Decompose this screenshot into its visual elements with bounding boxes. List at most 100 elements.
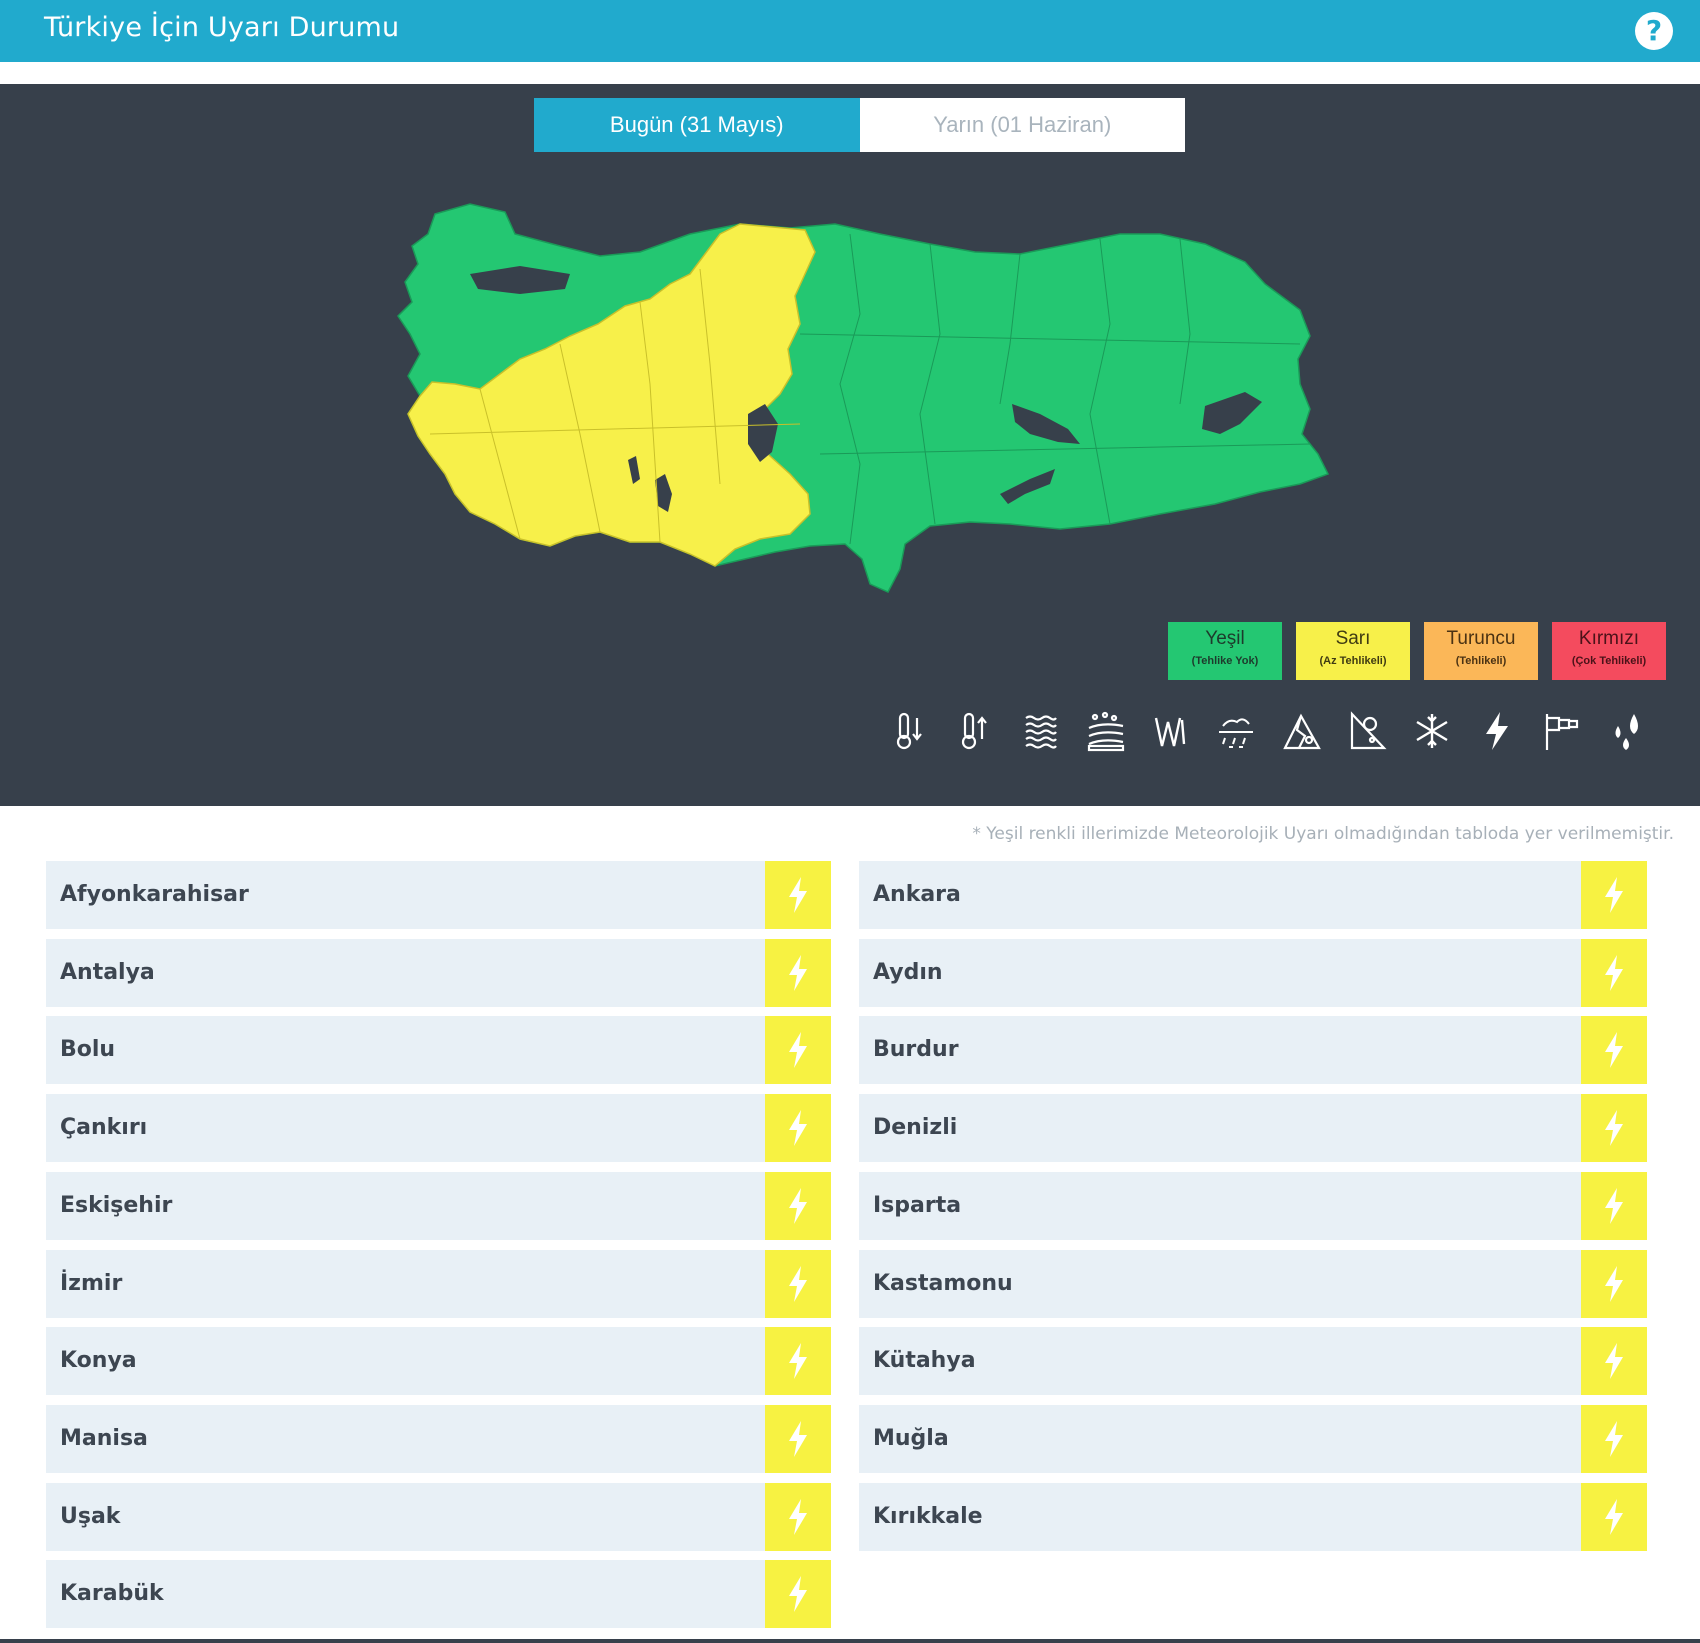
page-header: Türkiye İçin Uyarı Durumu ? <box>0 0 1700 62</box>
province-row[interactable]: Denizli <box>859 1094 1647 1162</box>
warning-badge[interactable] <box>765 1250 831 1318</box>
province-name: Kırıkkale <box>873 1504 983 1529</box>
province-name: Kastamonu <box>873 1271 1013 1296</box>
warning-badge[interactable] <box>765 1483 831 1551</box>
thunderstorm-icon <box>1605 1499 1623 1535</box>
thunderstorm-icon <box>1605 1266 1623 1302</box>
rain-icon[interactable] <box>1604 708 1650 754</box>
thunderstorm-icon <box>789 1499 807 1535</box>
warning-badge[interactable] <box>765 1327 831 1395</box>
warning-badge[interactable] <box>1581 1250 1647 1318</box>
strong-wind-icon[interactable] <box>1539 708 1585 754</box>
warning-badge[interactable] <box>765 1094 831 1162</box>
thunderstorm-icon <box>789 1188 807 1224</box>
province-name: Kütahya <box>873 1348 976 1373</box>
thunderstorm-icon <box>789 1266 807 1302</box>
province-name: Denizli <box>873 1115 958 1140</box>
thunderstorm-icon <box>1605 1421 1623 1457</box>
day-tabs: Bugün (31 Mayıs) Yarın (01 Haziran) <box>534 98 1185 152</box>
province-name: Aydın <box>873 960 943 985</box>
warning-badge[interactable] <box>1581 1094 1647 1162</box>
province-row[interactable]: Kırıkkale <box>859 1483 1647 1551</box>
thunderstorm-icon <box>1605 877 1623 913</box>
legend-yellow: Sarı (Az Tehlikeli) <box>1296 622 1410 680</box>
tab-tomorrow[interactable]: Yarın (01 Haziran) <box>859 98 1185 152</box>
province-name: Antalya <box>60 960 155 985</box>
province-row[interactable]: Muğla <box>859 1405 1647 1473</box>
hot-temperature-icon[interactable] <box>952 708 998 754</box>
province-row[interactable]: İzmir <box>46 1250 831 1318</box>
fog-icon[interactable] <box>1018 708 1064 754</box>
province-row[interactable]: Çankırı <box>46 1094 831 1162</box>
warning-badge[interactable] <box>1581 1016 1647 1084</box>
page-title: Türkiye İçin Uyarı Durumu <box>44 12 400 43</box>
thunderstorm-icon <box>789 1343 807 1379</box>
legend-green: Yeşil (Tehlike Yok) <box>1168 622 1282 680</box>
map-panel: Bugün (31 Mayıs) Yarın (01 Haziran) Yeşi… <box>0 84 1700 806</box>
landslide-icon[interactable] <box>1344 708 1390 754</box>
thunderstorm-icon <box>1605 1032 1623 1068</box>
province-name: Manisa <box>60 1426 148 1451</box>
province-name: Bolu <box>60 1037 116 1062</box>
avalanche-icon[interactable] <box>1279 708 1325 754</box>
warning-badge[interactable] <box>765 1172 831 1240</box>
province-name: Afyonkarahisar <box>60 882 249 907</box>
province-row[interactable]: Ankara <box>859 861 1647 929</box>
province-name: Burdur <box>873 1037 959 1062</box>
province-row[interactable]: Uşak <box>46 1483 831 1551</box>
province-row[interactable]: Antalya <box>46 939 831 1007</box>
snow-icon[interactable] <box>1409 708 1455 754</box>
thunderstorm-icon[interactable] <box>1474 708 1520 754</box>
warning-badge[interactable] <box>765 1016 831 1084</box>
thunderstorm-icon <box>1605 1110 1623 1146</box>
legend-orange: Turuncu (Tehlikeli) <box>1424 622 1538 680</box>
province-row[interactable]: Eskişehir <box>46 1172 831 1240</box>
province-row[interactable]: Konya <box>46 1327 831 1395</box>
cold-temperature-icon[interactable] <box>887 708 933 754</box>
warning-badge[interactable] <box>1581 1483 1647 1551</box>
province-name: Konya <box>60 1348 137 1373</box>
thunderstorm-icon <box>789 1110 807 1146</box>
thunderstorm-icon <box>1605 955 1623 991</box>
province-name: Eskişehir <box>60 1193 173 1218</box>
province-name: Isparta <box>873 1193 962 1218</box>
thunderstorm-icon <box>789 1421 807 1457</box>
thunderstorm-icon <box>789 877 807 913</box>
warning-badge[interactable] <box>1581 1405 1647 1473</box>
province-name: Uşak <box>60 1504 121 1529</box>
province-name: İzmir <box>60 1271 123 1296</box>
warning-badge[interactable] <box>765 1560 831 1628</box>
warning-badge[interactable] <box>765 861 831 929</box>
wind-icon[interactable] <box>1148 708 1194 754</box>
thunderstorm-icon <box>1605 1343 1623 1379</box>
thunderstorm-icon <box>1605 1188 1623 1224</box>
province-row[interactable]: Kastamonu <box>859 1250 1647 1318</box>
province-row[interactable]: Karabük <box>46 1560 831 1628</box>
info-note: * Yeşil renkli illerimizde Meteorolojik … <box>972 824 1674 844</box>
tab-today[interactable]: Bugün (31 Mayıs) <box>534 98 860 152</box>
legend: Yeşil (Tehlike Yok) Sarı (Az Tehlikeli) … <box>1168 622 1666 680</box>
dust-icon[interactable] <box>1083 708 1129 754</box>
thunderstorm-icon <box>789 1576 807 1612</box>
province-row[interactable]: Isparta <box>859 1172 1647 1240</box>
snow-rain-icon[interactable] <box>1213 708 1259 754</box>
warning-badge[interactable] <box>1581 861 1647 929</box>
warning-badge[interactable] <box>1581 1172 1647 1240</box>
thunderstorm-icon <box>789 955 807 991</box>
bottom-border <box>0 1639 1700 1643</box>
province-row[interactable]: Manisa <box>46 1405 831 1473</box>
province-row[interactable]: Kütahya <box>859 1327 1647 1395</box>
province-row[interactable]: Afyonkarahisar <box>46 861 831 929</box>
province-name: Karabük <box>60 1581 164 1606</box>
warning-badge[interactable] <box>1581 939 1647 1007</box>
turkey-warning-map[interactable] <box>380 192 1340 612</box>
thunderstorm-icon <box>789 1032 807 1068</box>
help-icon[interactable]: ? <box>1635 12 1673 50</box>
warning-badge[interactable] <box>1581 1327 1647 1395</box>
province-row[interactable]: Bolu <box>46 1016 831 1084</box>
province-row[interactable]: Burdur <box>859 1016 1647 1084</box>
warning-badge[interactable] <box>765 1405 831 1473</box>
warning-badge[interactable] <box>765 939 831 1007</box>
province-name: Çankırı <box>60 1115 148 1140</box>
province-row[interactable]: Aydın <box>859 939 1647 1007</box>
